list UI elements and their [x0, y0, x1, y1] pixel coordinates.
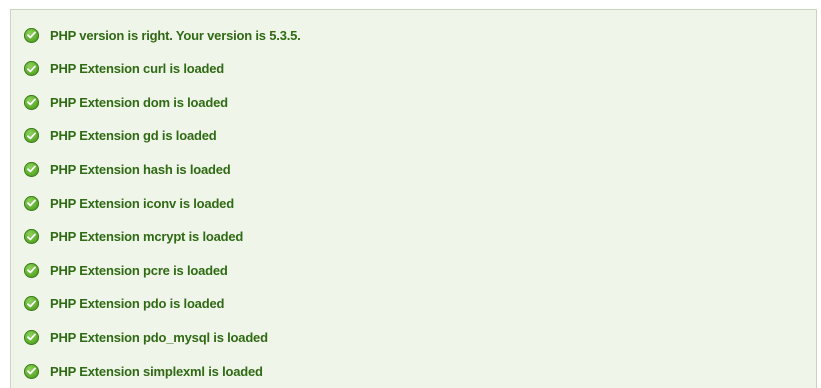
- check-circle-icon: [24, 161, 39, 177]
- check-item-text: PHP Extension pdo is loaded: [50, 296, 225, 312]
- check-item-dom: PHP Extension dom is loaded: [11, 90, 816, 114]
- check-circle-icon: [24, 262, 39, 278]
- check-item-text: PHP Extension dom is loaded: [50, 94, 228, 110]
- check-item-text: PHP Extension simplexml is loaded: [50, 363, 263, 379]
- check-item-text: PHP Extension curl is loaded: [50, 61, 225, 77]
- check-item-curl: PHP Extension curl is loaded: [11, 57, 816, 81]
- check-item-iconv: PHP Extension iconv is loaded: [11, 191, 816, 215]
- check-item-text: PHP Extension mcrypt is loaded: [50, 229, 244, 245]
- check-item-text: PHP Extension gd is loaded: [50, 128, 217, 144]
- check-circle-icon: [24, 128, 39, 144]
- check-circle-icon: [24, 229, 39, 245]
- requirements-check-panel: PHP version is right. Your version is 5.…: [10, 9, 817, 388]
- check-circle-icon: [24, 27, 39, 43]
- check-item-hash: PHP Extension hash is loaded: [11, 157, 816, 181]
- check-item-pdo-mysql: PHP Extension pdo_mysql is loaded: [11, 325, 816, 349]
- check-item-text: PHP version is right. Your version is 5.…: [50, 27, 301, 43]
- check-item-text: PHP Extension hash is loaded: [50, 161, 231, 177]
- check-circle-icon: [24, 61, 39, 77]
- check-circle-icon: [24, 363, 39, 379]
- check-circle-icon: [24, 296, 39, 312]
- check-item-pcre: PHP Extension pcre is loaded: [11, 258, 816, 282]
- check-item-simplexml: PHP Extension simplexml is loaded: [11, 359, 816, 383]
- check-item-text: PHP Extension iconv is loaded: [50, 195, 234, 211]
- check-item-mcrypt: PHP Extension mcrypt is loaded: [11, 225, 816, 249]
- check-item-gd: PHP Extension gd is loaded: [11, 124, 816, 148]
- check-item-php-version: PHP version is right. Your version is 5.…: [11, 23, 816, 47]
- check-circle-icon: [24, 195, 39, 211]
- check-item-pdo: PHP Extension pdo is loaded: [11, 292, 816, 316]
- check-item-text: PHP Extension pcre is loaded: [50, 262, 228, 278]
- check-circle-icon: [24, 329, 39, 345]
- check-circle-icon: [24, 94, 39, 110]
- check-item-text: PHP Extension pdo_mysql is loaded: [50, 329, 268, 345]
